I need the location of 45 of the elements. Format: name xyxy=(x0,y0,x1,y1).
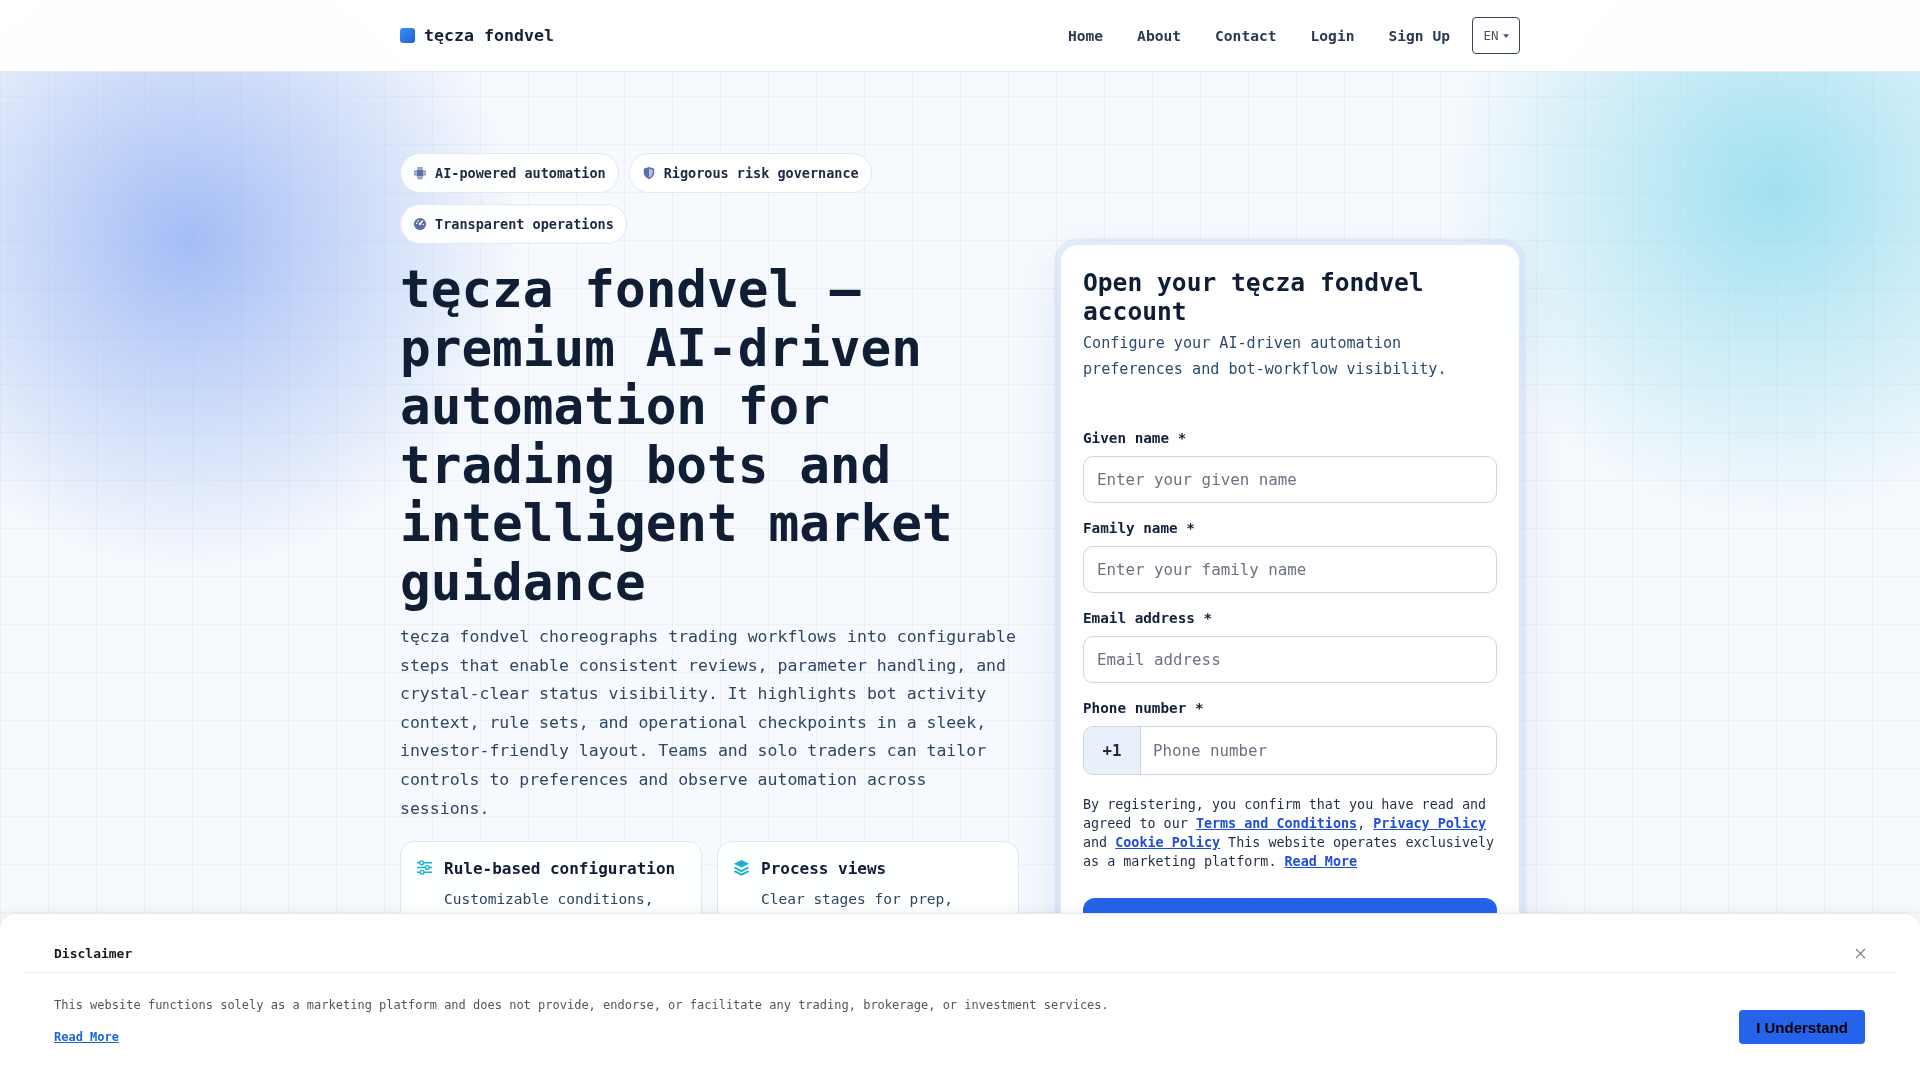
feature-title: Rule-based configuration xyxy=(444,859,676,880)
close-icon[interactable] xyxy=(1855,948,1866,959)
feature-text: Clear stages for prep, xyxy=(761,890,954,910)
layers-icon xyxy=(733,859,750,877)
phone-field[interactable]: +1 Phone number xyxy=(1083,726,1497,776)
country-code: +1 xyxy=(1084,727,1141,775)
badge-label: Transparent operations xyxy=(435,216,614,232)
consent-text: By registering, you confirm that you have read and agreed to our Terms and Conditions, Privacy Policy and Cookie Policy This website operates exclusively as a marketing platform. Read More xyxy=(1083,796,1496,872)
understand-button[interactable]: I Understand xyxy=(1739,1010,1865,1044)
language-button[interactable]: EN xyxy=(1472,17,1520,54)
input-field[interactable]: Enter your given name xyxy=(1083,456,1497,504)
field-label: Family name * xyxy=(1083,519,1196,538)
input-field[interactable]: Enter your family name xyxy=(1083,546,1497,594)
brand-name[interactable]: tęcza fondvel xyxy=(424,26,554,45)
text-link[interactable]: Terms and Conditions xyxy=(1195,816,1358,832)
caret-icon xyxy=(1502,33,1509,38)
feature-text: Customizable conditions, xyxy=(444,890,655,910)
chip-icon xyxy=(413,166,427,180)
input-field[interactable]: Email address xyxy=(1083,636,1497,684)
shield-icon xyxy=(641,166,656,180)
signup-title: Open your tęcza fondvel account xyxy=(1083,268,1425,327)
field-label: Email address * xyxy=(1083,609,1214,628)
field-label: Given name * xyxy=(1083,429,1188,448)
gauge-icon xyxy=(413,217,427,231)
disclaimer-title: Disclaimer xyxy=(54,946,133,961)
badge-label: Rigorous risk governance xyxy=(663,165,859,181)
nav-link[interactable]: About xyxy=(1137,27,1182,44)
badge-label: AI-powered automation xyxy=(435,165,606,181)
hero-description: tęcza fondvel choreographs trading workflows into configurable steps that enable consistent reviews, parameter handling, and crystal-clear status visibility. It highlights bot activity context, rule sets, and operational checkpoints in a sleek, investor-friendly layout. Teams and solo traders can tailor controls to preferences and observe automation across sessions. xyxy=(400,626,1017,820)
sliders-icon xyxy=(416,859,433,877)
text-link[interactable]: Cookie Policy xyxy=(1115,835,1221,851)
phone-input[interactable]: Phone number xyxy=(1141,727,1496,775)
logo-icon xyxy=(400,28,415,43)
disclaimer-text: This website functions solely as a marketing platform and does not provide, endorse, or facilitate any trading, brokerage, or investment services. xyxy=(54,997,1109,1014)
nav-link[interactable]: Contact xyxy=(1215,27,1277,44)
signup-subtitle: Configure your AI-driven automation preferences and bot-workflow visibility. xyxy=(1083,332,1448,380)
hero-heading: tęcza fondvel — premium AI-driven automation for trading bots and intelligent market guidance xyxy=(400,261,954,612)
field-label: Phone number * xyxy=(1083,699,1205,718)
nav-link[interactable]: Home xyxy=(1067,27,1104,44)
read-more-link[interactable]: Read More xyxy=(54,1027,120,1047)
nav-link[interactable]: Login xyxy=(1310,27,1355,44)
feature-title: Process views xyxy=(761,859,888,880)
nav-link[interactable]: Sign Up xyxy=(1388,27,1450,44)
text-link[interactable]: Read More xyxy=(1284,854,1358,870)
text-link[interactable]: Privacy Policy xyxy=(1373,816,1487,832)
